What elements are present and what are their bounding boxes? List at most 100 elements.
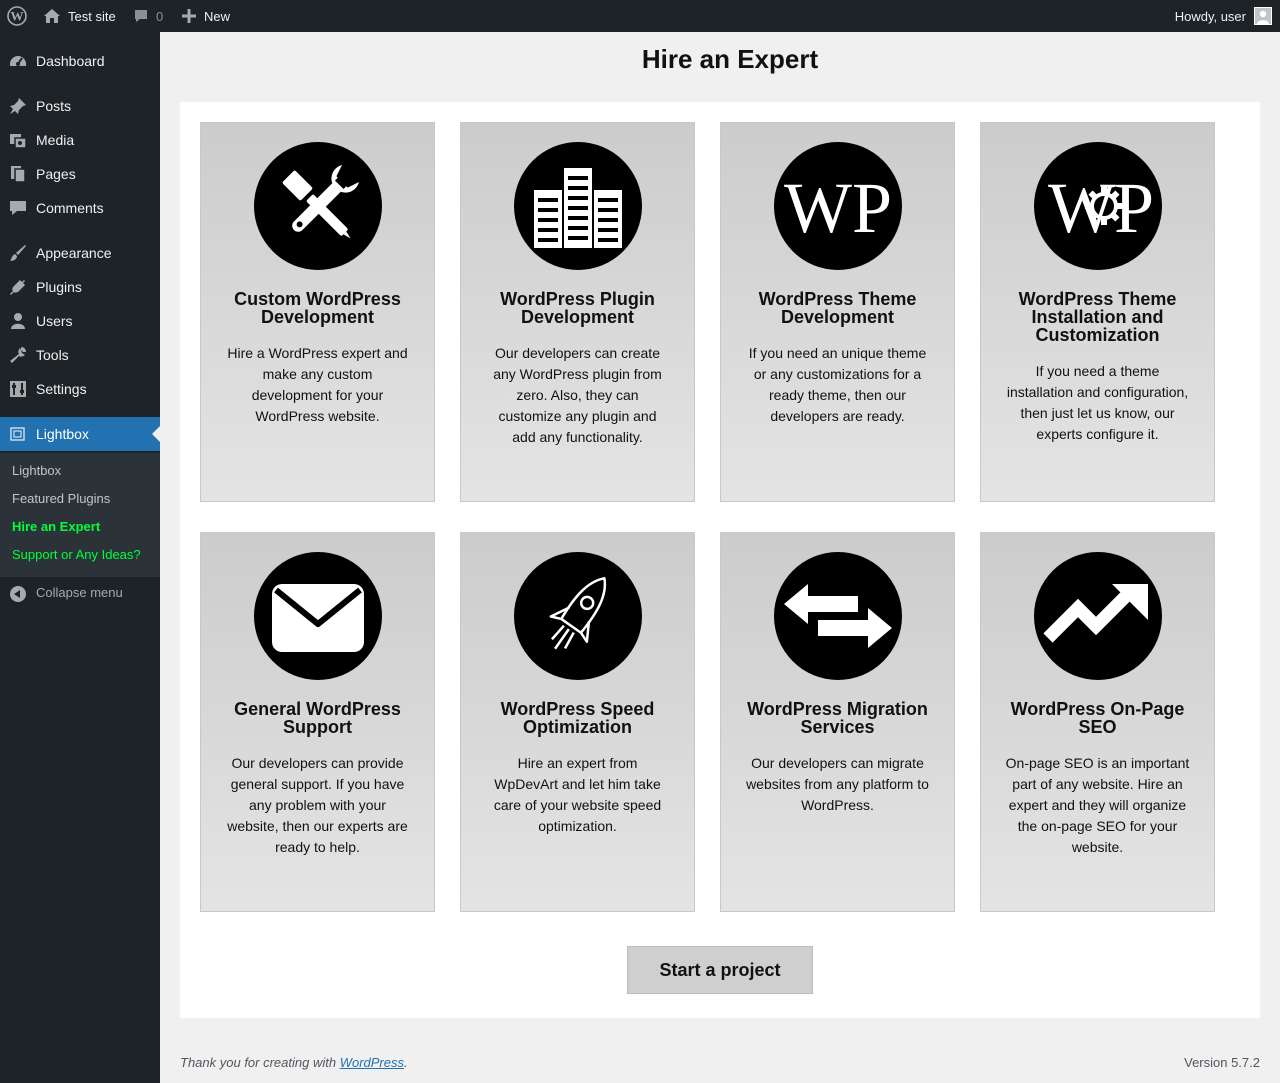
collapse-label: Collapse menu xyxy=(36,585,123,600)
comment-icon xyxy=(9,199,27,217)
collapse-arrow-icon xyxy=(10,586,26,602)
site-name-link[interactable]: Test site xyxy=(43,0,116,32)
user-icon xyxy=(9,312,27,330)
card-text: If you need an unique theme or any custo… xyxy=(748,345,927,424)
admin-bar: W Test site 0 New Howdy, user xyxy=(0,0,1280,32)
menu-label: Users xyxy=(36,313,73,329)
card-text: Our developers can create any WordPress … xyxy=(493,345,662,445)
wp-gear-icon: W P xyxy=(1034,142,1162,270)
comments-count: 0 xyxy=(156,8,164,24)
card-title: WordPress Plugin Development xyxy=(500,289,655,327)
dashboard-icon xyxy=(9,52,27,70)
service-card: WordPress Migration Services Our develop… xyxy=(720,532,955,912)
menu-item-posts[interactable]: Posts xyxy=(0,89,160,123)
submenu-item-support[interactable]: Support or Any Ideas? xyxy=(12,547,141,562)
footer-version: Version 5.7.2 xyxy=(1184,1055,1260,1070)
menu-item-settings[interactable]: Settings xyxy=(0,372,160,406)
card-text: On-page SEO is an important part of any … xyxy=(1005,755,1190,855)
wp-letters-icon: WP xyxy=(774,142,902,270)
menu-label: Dashboard xyxy=(36,53,105,69)
svg-text:W: W xyxy=(11,9,24,24)
menu-item-lightbox[interactable]: Lightbox xyxy=(0,417,160,451)
pages-icon xyxy=(9,165,27,183)
menu-label: Tools xyxy=(36,347,69,363)
service-card: WP WordPress Theme Development If you ne… xyxy=(720,122,955,502)
service-card: WordPress Plugin Development Our develop… xyxy=(460,122,695,502)
submenu-item-lightbox[interactable]: Lightbox xyxy=(12,463,61,478)
menu-label: Settings xyxy=(36,381,87,397)
card-title: WordPress On-Page SEO xyxy=(1010,699,1185,737)
admin-sidebar: Dashboard Posts Media Pages Comments App… xyxy=(0,32,160,1083)
wordpress-icon: W xyxy=(7,6,27,26)
svg-text:WP: WP xyxy=(784,168,892,248)
menu-item-users[interactable]: Users xyxy=(0,304,160,338)
footer-thanks-prefix: Thank you for creating with xyxy=(180,1055,340,1070)
comment-icon xyxy=(133,8,149,24)
submenu-item-hire-an-expert[interactable]: Hire an Expert xyxy=(12,519,100,534)
plug-icon xyxy=(9,278,27,296)
svg-text:W: W xyxy=(1048,168,1116,248)
site-name: Test site xyxy=(68,8,116,24)
card-text: Hire an expert from WpDevArt and let him… xyxy=(493,755,662,834)
service-card: General WordPress Support Our developers… xyxy=(200,532,435,912)
card-text: If you need a theme installation and con… xyxy=(1006,363,1189,442)
service-card: WordPress On-Page SEO On-page SEO is an … xyxy=(980,532,1215,912)
brush-icon xyxy=(9,244,27,262)
avatar xyxy=(1254,7,1272,25)
service-card: WordPress Speed Optimization Hire an exp… xyxy=(460,532,695,912)
media-icon xyxy=(9,131,27,149)
footer-thanks: Thank you for creating with WordPress. xyxy=(180,1055,408,1070)
service-card: Custom WordPress Development Hire a Word… xyxy=(200,122,435,502)
menu-label: Media xyxy=(36,132,75,148)
card-title: WordPress Theme Installation and Customi… xyxy=(1018,289,1177,345)
menu-item-plugins[interactable]: Plugins xyxy=(0,270,160,304)
trend-up-icon xyxy=(1034,552,1162,680)
greeting: Howdy, user xyxy=(1174,8,1246,24)
comments-link[interactable]: 0 xyxy=(133,0,163,32)
menu-label: Lightbox xyxy=(36,426,89,442)
menu-item-tools[interactable]: Tools xyxy=(0,338,160,372)
card-title: WordPress Theme Development xyxy=(758,289,917,327)
collapse-menu-button[interactable]: Collapse menu xyxy=(0,582,160,606)
footer-thanks-suffix: . xyxy=(404,1055,408,1070)
menu-label: Appearance xyxy=(36,245,112,261)
card-title: General WordPress Support xyxy=(234,699,401,737)
service-card: W P WordPress Theme Installation and Cus… xyxy=(980,122,1215,502)
card-title: Custom WordPress Development xyxy=(234,289,401,327)
tools-icon xyxy=(254,142,382,270)
home-icon xyxy=(43,7,61,25)
menu-label: Pages xyxy=(36,166,76,182)
card-title: WordPress Migration Services xyxy=(747,699,928,737)
menu-item-comments[interactable]: Comments xyxy=(0,191,160,225)
wrench-icon xyxy=(9,346,27,364)
menu-label: Plugins xyxy=(36,279,82,295)
menu-item-pages[interactable]: Pages xyxy=(0,157,160,191)
card-text: Our developers can migrate websites from… xyxy=(746,755,929,813)
menu-item-appearance[interactable]: Appearance xyxy=(0,236,160,270)
submenu-item-featured-plugins[interactable]: Featured Plugins xyxy=(12,491,110,506)
start-project-button[interactable]: Start a project xyxy=(627,946,813,994)
menu-label: Comments xyxy=(36,200,104,216)
page-title: Hire an Expert xyxy=(641,44,819,74)
rocket-icon xyxy=(514,552,642,680)
card-text: Our developers can provide general suppo… xyxy=(227,755,408,855)
arrows-icon xyxy=(774,552,902,680)
new-content-link[interactable]: New xyxy=(182,0,230,32)
plus-icon xyxy=(182,9,196,23)
wordpress-link[interactable]: WordPress xyxy=(340,1055,404,1070)
my-account-link[interactable]: Howdy, user xyxy=(1175,0,1272,32)
menu-item-dashboard[interactable]: Dashboard xyxy=(0,44,160,78)
card-text: Hire a WordPress expert and make any cus… xyxy=(227,345,408,424)
pin-icon xyxy=(9,97,27,115)
services-panel: Custom WordPress Development Hire a Word… xyxy=(180,102,1260,1018)
menu-item-media[interactable]: Media xyxy=(0,123,160,157)
envelope-icon xyxy=(254,552,382,680)
wordpress-logo-link[interactable]: W xyxy=(7,0,27,32)
menu-label: Posts xyxy=(36,98,72,114)
card-title: WordPress Speed Optimization xyxy=(500,699,655,737)
new-label: New xyxy=(204,8,231,24)
sliders-icon xyxy=(9,380,27,398)
lightbox-submenu: Lightbox Featured Plugins Hire an Expert… xyxy=(0,453,160,577)
lightbox-icon xyxy=(9,425,27,443)
buildings-icon xyxy=(514,142,642,270)
